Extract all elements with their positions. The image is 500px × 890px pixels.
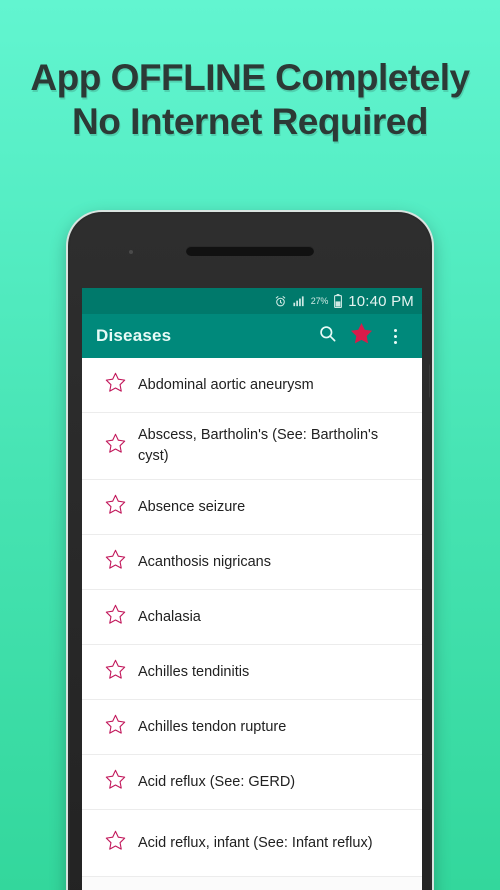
battery-percentage-label: 27% — [310, 296, 329, 306]
status-bar-clock: 10:40 PM — [348, 292, 414, 310]
list-item[interactable]: Absence seizure — [82, 480, 422, 535]
app-bar-title: Diseases — [96, 326, 172, 345]
favorite-toggle[interactable] — [92, 548, 138, 576]
search-button[interactable] — [310, 319, 344, 353]
front-camera-icon — [129, 250, 133, 254]
search-icon — [318, 324, 337, 348]
phone-screen: 27% 10:40 PM Diseases Abdominal aortic a… — [82, 288, 422, 890]
headline-line-2: No Internet Required — [72, 100, 428, 142]
promo-screenshot: App OFFLINE Completely No Internet Requi… — [0, 0, 500, 890]
favorite-toggle[interactable] — [92, 768, 138, 796]
star-outline-icon — [104, 768, 127, 796]
star-outline-icon — [104, 371, 127, 399]
list-item-label: Abscess, Bartholin's (See: Bartholin's c… — [138, 427, 379, 464]
favorite-toggle[interactable] — [92, 603, 138, 631]
list-item-label: Acanthosis nigricans — [138, 553, 271, 570]
battery-icon — [334, 294, 343, 308]
list-item[interactable]: Achalasia — [82, 590, 422, 645]
favorite-toggle[interactable] — [92, 713, 138, 741]
list-item[interactable]: Abdominal aortic aneurysm — [82, 358, 422, 413]
list-item-label: Acid reflux (See: GERD) — [138, 773, 296, 790]
list-item[interactable]: Acanthosis nigricans — [82, 535, 422, 590]
star-filled-icon — [349, 321, 374, 351]
list-item-label: Achilles tendon rupture — [138, 718, 287, 735]
star-outline-icon — [104, 548, 127, 576]
favorite-toggle[interactable] — [92, 371, 138, 399]
list-item[interactable]: Acid reflux, infant (See: Infant reflux) — [82, 810, 422, 877]
phone-front-panel: 27% 10:40 PM Diseases Abdominal aortic a… — [70, 214, 430, 890]
list-item[interactable]: Abscess, Bartholin's (See: Bartholin's c… — [82, 413, 422, 480]
star-outline-icon — [104, 829, 127, 857]
list-item[interactable]: Acid reflux (See: GERD) — [82, 755, 422, 810]
speaker-grille-icon — [186, 246, 314, 256]
disease-list[interactable]: Abdominal aortic aneurysm Abscess, Bartho… — [82, 358, 422, 890]
list-item-label: Acid reflux, infant (See: Infant reflux) — [138, 834, 373, 851]
favorite-toggle[interactable] — [92, 829, 138, 857]
cellular-signal-icon — [293, 295, 305, 307]
list-item-label: Abdominal aortic aneurysm — [138, 376, 314, 393]
overflow-dot-2 — [393, 334, 397, 338]
star-outline-icon — [104, 493, 127, 521]
star-outline-icon — [104, 713, 127, 741]
star-outline-icon — [104, 603, 127, 631]
status-bar: 27% 10:40 PM — [82, 288, 422, 314]
star-outline-icon — [104, 658, 127, 686]
app-bar: Diseases — [82, 314, 422, 358]
headline-line-1: App OFFLINE Completely — [30, 57, 470, 98]
list-item-label: Absence seizure — [138, 498, 246, 515]
favorite-toggle[interactable] — [92, 493, 138, 521]
alarm-clock-icon — [274, 295, 287, 308]
overflow-menu-button[interactable] — [378, 319, 412, 353]
list-item-label: Achalasia — [138, 608, 201, 625]
favorite-toggle[interactable] — [92, 432, 138, 460]
overflow-dot-3 — [393, 340, 397, 344]
list-item-label: Achilles tendinitis — [138, 663, 250, 680]
favorite-toggle[interactable] — [92, 658, 138, 686]
star-outline-icon — [104, 432, 127, 460]
power-button[interactable] — [429, 364, 430, 398]
list-item[interactable]: Achilles tendon rupture — [82, 700, 422, 755]
list-item[interactable]: Achilles tendinitis — [82, 645, 422, 700]
favorites-button[interactable] — [344, 319, 378, 353]
promo-headline: App OFFLINE Completely No Internet Requi… — [0, 56, 500, 143]
phone-mockup: 27% 10:40 PM Diseases Abdominal aortic a… — [68, 212, 432, 890]
overflow-dot-1 — [393, 328, 397, 332]
